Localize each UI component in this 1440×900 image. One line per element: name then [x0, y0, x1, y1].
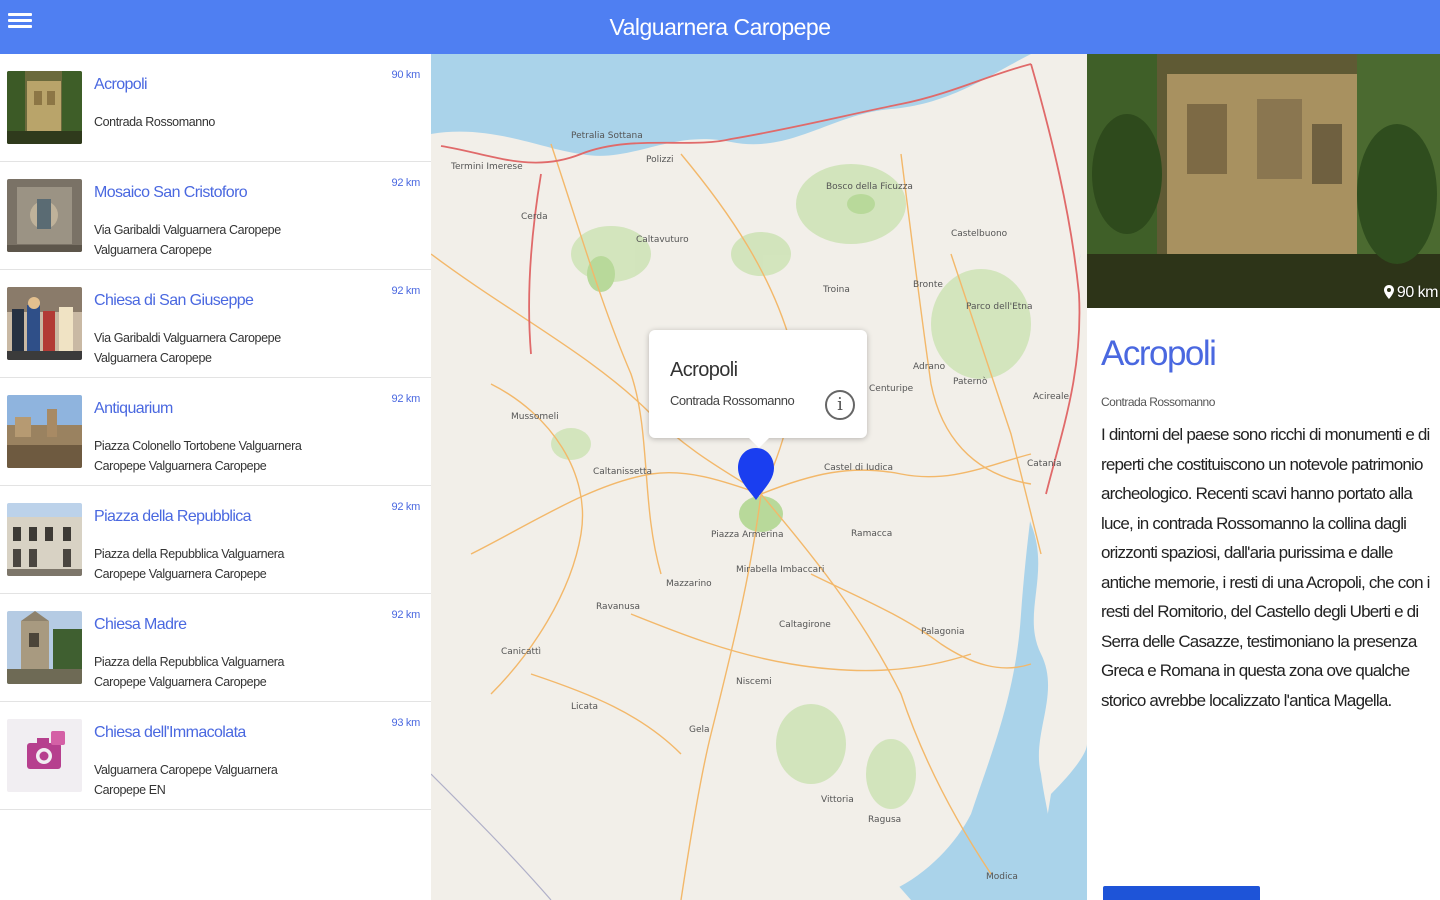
map-label: Troina — [822, 285, 850, 295]
map-label: Caltanissetta — [593, 467, 652, 477]
map-popup[interactable]: Acropoli Contrada Rossomanno i — [649, 330, 867, 448]
item-address: Piazza Colonello Tortobene Valguarnera C… — [94, 439, 302, 473]
map-label: Centuripe — [869, 384, 914, 394]
item-title: Antiquarium — [94, 400, 173, 417]
item-distance: 92 km — [391, 285, 421, 297]
popup-subtitle: Contrada Rossomanno — [670, 393, 795, 408]
item-distance: 92 km — [391, 501, 421, 513]
map-label: Palagonia — [921, 627, 965, 637]
detail-panel: 90 km Acropoli Contrada Rossomanno I din… — [1087, 54, 1440, 900]
item-title: Mosaico San Cristoforo — [94, 184, 248, 201]
map-label: Caltavuturo — [636, 235, 689, 245]
item-address: Valguarnera Caropepe Valguarnera Caropep… — [94, 763, 278, 797]
list-item[interactable]: Chiesa dell'Immacolata Valguarnera Carop… — [0, 702, 431, 810]
detail-description: I dintorni del paese sono ricchi di monu… — [1101, 425, 1430, 710]
map-label: Castelbuono — [951, 229, 1008, 239]
app-bar: Valguarnera Caropepe — [0, 0, 1440, 54]
church-photo — [7, 611, 82, 684]
item-title: Chiesa Madre — [94, 616, 187, 633]
item-title: Piazza della Repubblica — [94, 508, 252, 525]
hamburger-menu-icon[interactable] — [8, 10, 32, 32]
list-item[interactable]: Chiesa di San Giuseppe Via Garibaldi Val… — [0, 270, 431, 378]
map-view[interactable]: Termini Imerese Polizzi Cerda Caltavutur… — [431, 54, 1087, 900]
map-label: Ramacca — [851, 529, 892, 539]
location-pin-icon — [1383, 285, 1394, 299]
map-label: Bronte — [913, 280, 943, 290]
detail-address: Contrada Rossomanno — [1101, 395, 1215, 409]
popup-title: Acropoli — [670, 359, 738, 381]
detail-title: Acropoli — [1101, 334, 1217, 373]
town-photo — [7, 395, 82, 468]
places-list: Acropoli Contrada Rossomanno 90 km Mosai… — [0, 54, 431, 900]
distance-badge: 90 km — [1383, 284, 1439, 302]
map-label: Acireale — [1033, 392, 1070, 402]
item-distance: 92 km — [391, 609, 421, 621]
map-label: Adrano — [913, 362, 946, 372]
item-address: Via Garibaldi Valguarnera Caropepe Valgu… — [94, 223, 281, 257]
action-button[interactable] — [1103, 886, 1260, 900]
app-title: Valguarnera Caropepe — [609, 13, 831, 40]
map-label: Modica — [986, 872, 1018, 882]
list-item[interactable]: Mosaico San Cristoforo Via Garibaldi Val… — [0, 162, 431, 270]
map-label: Canicattì — [501, 647, 541, 657]
camera-placeholder-icon — [7, 719, 82, 792]
item-distance: 90 km — [391, 69, 421, 81]
item-title: Acropoli — [94, 76, 148, 93]
item-title: Chiesa di San Giuseppe — [94, 292, 254, 309]
hero-photo: 90 km — [1087, 54, 1440, 308]
map-label: Petralia Sottana — [571, 131, 643, 141]
map-label: Mazzarino — [666, 579, 712, 589]
map-label: Piazza Armerina — [711, 530, 784, 540]
mosaic-photo — [7, 179, 82, 252]
item-address: Contrada Rossomanno — [94, 115, 215, 129]
distance-text: 90 km — [1396, 284, 1439, 301]
map-label: Mirabella Imbaccari — [736, 565, 824, 575]
item-distance: 93 km — [391, 717, 421, 729]
map-label: Paternò — [953, 376, 988, 387]
item-address: Piazza della Repubblica Valguarnera Caro… — [94, 547, 285, 581]
map-label: Termini Imerese — [450, 162, 523, 172]
procession-photo — [7, 287, 82, 360]
item-title: Chiesa dell'Immacolata — [94, 724, 246, 741]
map-label: Mussomeli — [511, 412, 559, 422]
item-distance: 92 km — [391, 393, 421, 405]
map-label: Ragusa — [868, 815, 901, 825]
map-label: Bosco della Ficuzza — [826, 182, 913, 192]
map-label: Ravanusa — [596, 602, 640, 612]
map-label: Parco dell'Etna — [966, 302, 1033, 312]
info-icon[interactable]: i — [825, 390, 855, 420]
map-label: Caltagirone — [779, 620, 831, 630]
map-label: Licata — [571, 702, 598, 712]
map-label: Castel di Iudica — [824, 463, 893, 473]
map-label: Niscemi — [736, 677, 772, 687]
map-label: Vittoria — [821, 795, 854, 805]
map-label: Catania — [1027, 459, 1062, 469]
building-photo — [7, 503, 82, 576]
map-label: Gela — [689, 725, 710, 735]
list-item[interactable]: Piazza della Repubblica Piazza della Rep… — [0, 486, 431, 594]
map-pin-icon[interactable] — [735, 446, 777, 502]
item-address: Piazza della Repubblica Valguarnera Caro… — [94, 655, 285, 689]
list-item[interactable]: Acropoli Contrada Rossomanno 90 km — [0, 54, 431, 162]
list-item[interactable]: Chiesa Madre Piazza della Repubblica Val… — [0, 594, 431, 702]
item-distance: 92 km — [391, 177, 421, 189]
list-item[interactable]: Antiquarium Piazza Colonello Tortobene V… — [0, 378, 431, 486]
ruins-photo — [7, 71, 82, 144]
map-label: Cerda — [521, 212, 548, 222]
item-address: Via Garibaldi Valguarnera Caropepe Valgu… — [94, 331, 281, 365]
map-label: Polizzi — [646, 155, 674, 165]
